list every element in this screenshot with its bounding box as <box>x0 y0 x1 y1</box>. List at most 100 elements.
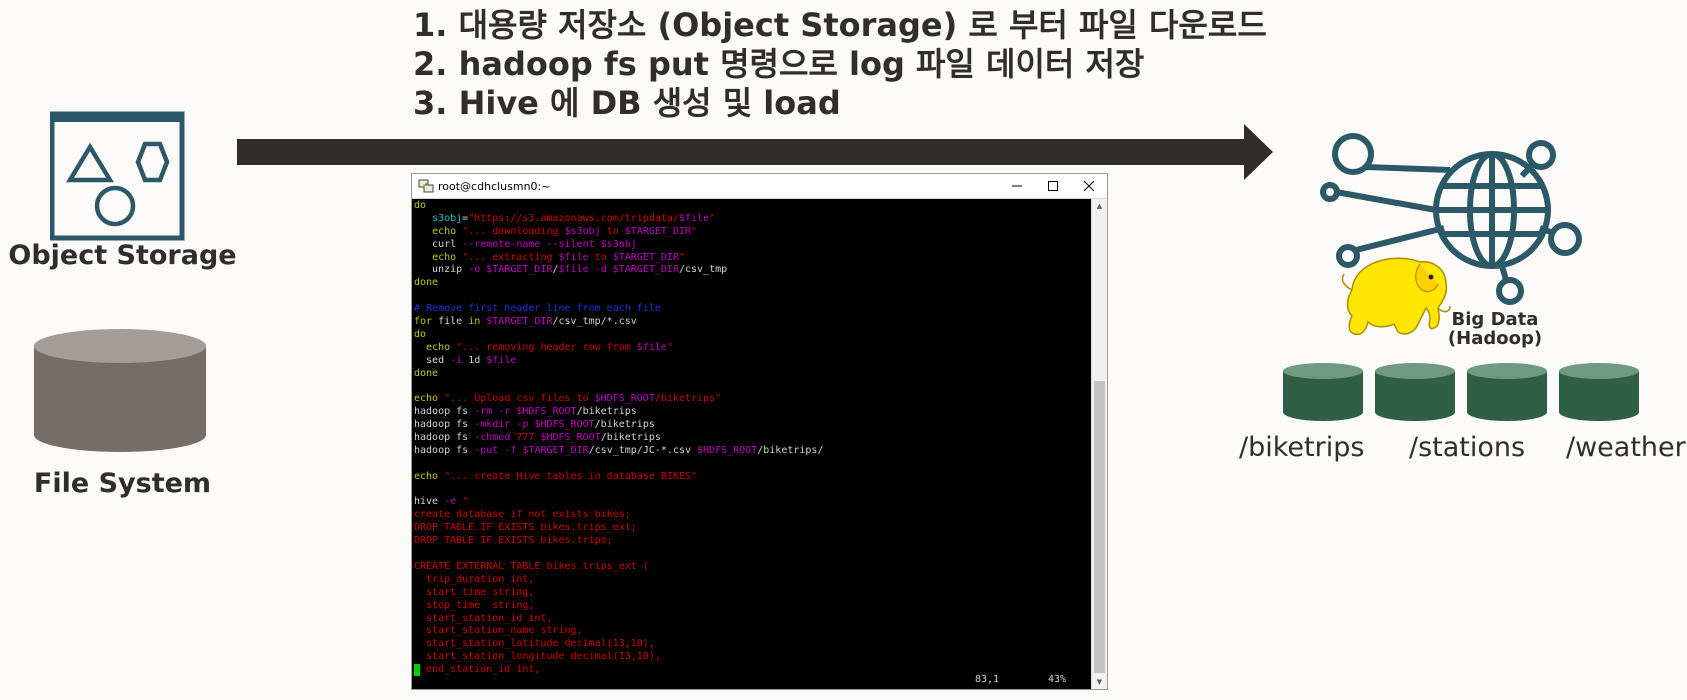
path-label-stations: /stations <box>1409 432 1526 463</box>
code-token: DROP TABLE IF EXISTS bikes.trips_ext; <box>414 522 637 534</box>
scrollbar-thumb[interactable] <box>1094 381 1105 673</box>
step-2: 2. hadoop fs put 명령으로 log 파일 데이터 저장 <box>413 45 1145 83</box>
code-token: echo <box>414 393 439 405</box>
code-token: unzip <box>414 264 469 276</box>
code-token: -o <box>468 264 481 276</box>
code-token: $TARGET_DIR <box>486 316 553 328</box>
code-token: echo <box>432 251 457 263</box>
code-token: start_station_name string, <box>414 625 583 637</box>
hdfs-disk <box>1559 363 1639 421</box>
code-token: start_station_id int, <box>414 612 553 624</box>
big-data-label-line2: (Hadoop) <box>1447 328 1543 349</box>
scroll-down-icon[interactable]: ▼ <box>1092 675 1107 689</box>
hdfs-disk <box>1375 363 1455 421</box>
code-token: $HDFS_ROOT <box>697 444 758 456</box>
terminal-line: for file in $TARGET_DIR/csv_tmp/*.csv <box>414 316 1092 329</box>
code-token: DROP TABLE IF EXISTS bikes.trips; <box>414 535 613 547</box>
terminal-body[interactable]: do s3obj="https://s3.amazonaws.com/tripd… <box>412 199 1092 689</box>
terminal-line: start_time string, <box>414 587 1092 600</box>
terminal-line: s3obj="https://s3.amazonaws.com/tripdata… <box>414 213 1092 226</box>
code-token: stop_time string, <box>414 599 535 611</box>
terminal-line: # Remove first header line from each fil… <box>414 303 1092 316</box>
code-token: $HDFS_ROOT <box>534 419 595 431</box>
minimize-icon <box>1012 185 1022 187</box>
code-token: $TARGET_DIR <box>612 251 679 263</box>
close-button[interactable] <box>1071 174 1107 198</box>
code-token: hadoop fs <box>414 419 475 431</box>
code-token: echo <box>426 341 451 353</box>
code-token: " <box>462 496 469 508</box>
code-token: 777 <box>516 432 535 444</box>
code-token: "... extracting <box>462 251 559 263</box>
code-token: "https://s3.amazonaws.com/tripdata/ <box>468 212 679 224</box>
code-token: done <box>414 367 439 379</box>
object-storage-icon <box>50 111 185 241</box>
code-token: -rm -r <box>474 406 511 418</box>
big-data-label-line1: Big Data <box>1451 309 1539 330</box>
code-token: start_station_latitude decimal(13,10), <box>414 638 655 650</box>
terminal-scrollbar[interactable]: ▲ ▼ <box>1091 199 1107 689</box>
minimize-button[interactable] <box>999 174 1035 198</box>
object-storage-label: Object Storage <box>8 240 237 271</box>
terminal-line: DROP TABLE IF EXISTS bikes.trips; <box>414 535 1092 548</box>
path-label-weather: /weather <box>1566 432 1686 463</box>
hdfs-disks <box>1283 363 1639 421</box>
code-token: $s3obj <box>600 238 637 250</box>
terminal-line: hadoop fs -put -f $TARGET_DIR/csv_tmp/JC… <box>414 445 1092 458</box>
code-token: to <box>600 225 625 237</box>
terminal-line: hive -e " <box>414 496 1092 509</box>
close-icon <box>1084 181 1094 191</box>
terminal-line: echo "... Upload csv files to $HDFS_ROOT… <box>414 393 1092 406</box>
code-token: $s3obj <box>564 225 601 237</box>
file-system-label: File System <box>33 468 212 499</box>
code-token: s3obj <box>432 212 463 224</box>
code-token: hadoop fs <box>414 406 475 418</box>
terminal-line: sed -i 1d $file <box>414 355 1092 368</box>
code-token: $HDFS_ROOT <box>594 393 655 405</box>
terminal-title: root@cdhclusmn0:~ <box>438 179 551 193</box>
terminal-line: done <box>414 277 1092 290</box>
terminal-line: DROP TABLE IF EXISTS bikes.trips_ext; <box>414 522 1092 535</box>
code-token: start_station_longitude decimal(13,10), <box>414 651 661 663</box>
terminal-line: do <box>414 200 1092 213</box>
terminal-titlebar[interactable]: root@cdhclusmn0:~ <box>412 174 1107 199</box>
code-token: "... Upload csv files to <box>444 393 595 405</box>
terminal-line: trip_duration int, <box>414 574 1092 587</box>
code-token: to <box>588 251 613 263</box>
code-token: /csv_tmp <box>678 264 728 276</box>
code-token: hadoop fs <box>414 432 475 444</box>
maximize-button[interactable] <box>1035 174 1071 198</box>
scroll-up-icon[interactable]: ▲ <box>1092 199 1107 213</box>
terminal-line: echo "... extracting $file to $TARGET_DI… <box>414 252 1092 265</box>
terminal-line: curl --remote-name --silent $s3obj <box>414 239 1092 252</box>
big-data-label: Big Data (Hadoop) <box>1430 310 1560 348</box>
terminal-line: hadoop fs -rm -r $HDFS_ROOT/biketrips <box>414 406 1092 419</box>
code-token: "... downloading <box>462 225 565 237</box>
code-token: -put -f <box>474 444 517 456</box>
code-token: $file <box>558 251 589 263</box>
code-token: curl <box>414 238 463 250</box>
code-token: /biketrips/ <box>757 444 824 456</box>
code-token: "... removing header row from <box>456 341 637 353</box>
code-token: $HDFS_ROOT <box>540 432 601 444</box>
scroll-percent: 43% <box>1048 674 1067 685</box>
code-token: /biketrips" <box>654 393 722 405</box>
code-token: -mkdir -p <box>474 419 529 431</box>
code-token: echo <box>432 225 457 237</box>
terminal-line: start_station_latitude decimal(13,10), <box>414 638 1092 651</box>
code-token: sed <box>414 354 451 366</box>
code-token: hadoop fs <box>414 444 475 456</box>
code-token: do <box>414 200 427 211</box>
code-token: " <box>666 341 673 353</box>
code-token: done <box>414 277 439 289</box>
terminal-window[interactable]: root@cdhclusmn0:~ do s3obj="https://s3.a… <box>411 173 1108 690</box>
terminal-status-line: 83,1 43% <box>412 674 1092 687</box>
code-token: file <box>432 316 469 328</box>
code-token: -e <box>444 496 457 508</box>
code-token: # Remove first header line from each fil… <box>414 303 661 315</box>
